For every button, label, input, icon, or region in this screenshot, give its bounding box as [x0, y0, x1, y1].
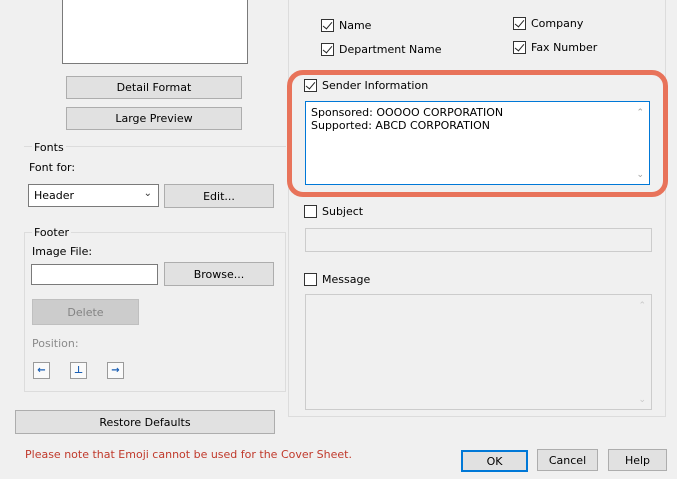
- font-for-label: Font for:: [29, 161, 76, 174]
- large-preview-label: Large Preview: [115, 112, 193, 125]
- fonts-group-label: Fonts: [32, 141, 66, 154]
- font-edit-label: Edit...: [203, 189, 235, 203]
- fax-number-checkbox[interactable]: [513, 41, 526, 54]
- sender-information-checkbox[interactable]: [304, 79, 317, 92]
- sender-information-line-2: Supported: ABCD CORPORATION: [311, 119, 490, 132]
- large-preview-button[interactable]: Large Preview: [66, 107, 242, 130]
- font-for-selected-value: Header: [34, 189, 75, 202]
- restore-defaults-label: Restore Defaults: [99, 415, 191, 429]
- image-file-label: Image File:: [32, 245, 93, 258]
- subject-checkbox[interactable]: [304, 205, 317, 218]
- cancel-label: Cancel: [548, 453, 587, 467]
- name-checkbox[interactable]: [321, 19, 334, 32]
- ok-label: OK: [486, 454, 503, 468]
- cancel-button[interactable]: Cancel: [537, 449, 598, 471]
- department-name-checkbox[interactable]: [321, 43, 334, 56]
- fax-number-label: Fax Number: [531, 41, 598, 54]
- message-label: Message: [322, 273, 371, 286]
- message-textarea[interactable]: ⌃ ⌄: [305, 294, 652, 410]
- arrow-left-icon: ←: [37, 365, 46, 376]
- company-label: Company: [531, 17, 584, 30]
- subject-label: Subject: [322, 205, 364, 218]
- delete-label: Delete: [67, 305, 104, 319]
- font-edit-button[interactable]: Edit...: [164, 184, 274, 208]
- image-file-input[interactable]: [31, 264, 158, 285]
- help-button[interactable]: Help: [608, 449, 667, 471]
- name-label: Name: [339, 19, 372, 32]
- restore-defaults-button[interactable]: Restore Defaults: [15, 410, 275, 434]
- subject-input[interactable]: [305, 228, 652, 252]
- ok-button[interactable]: OK: [461, 450, 528, 472]
- arrow-right-icon: →: [111, 365, 120, 376]
- detail-format-button[interactable]: Detail Format: [66, 76, 242, 99]
- scroll-up-icon: ⌃: [636, 108, 644, 118]
- position-left-button[interactable]: ←: [33, 362, 50, 379]
- detail-format-label: Detail Format: [116, 81, 192, 94]
- emoji-notice: Please note that Emoji cannot be used fo…: [25, 448, 352, 461]
- message-checkbox[interactable]: [304, 273, 317, 286]
- help-label: Help: [624, 453, 651, 467]
- company-checkbox[interactable]: [513, 17, 526, 30]
- sender-information-label: Sender Information: [322, 79, 429, 92]
- sender-information-textarea[interactable]: Sponsored: OOOOO CORPORATION Supported: …: [305, 101, 650, 185]
- scroll-up-icon: ⌃: [638, 301, 646, 311]
- align-center-icon: ⊥: [73, 365, 84, 376]
- position-label: Position:: [32, 337, 79, 350]
- footer-group-label: Footer: [32, 226, 71, 239]
- position-right-button[interactable]: →: [107, 362, 124, 379]
- position-center-button[interactable]: ⊥: [70, 362, 87, 379]
- scroll-down-icon: ⌄: [636, 170, 644, 180]
- browse-label: Browse...: [193, 267, 245, 281]
- sender-information-line-1: Sponsored: OOOOO CORPORATION: [311, 106, 504, 119]
- preview-box: [62, 0, 248, 64]
- font-for-select[interactable]: Header ⌄: [28, 184, 159, 207]
- department-name-label: Department Name: [339, 43, 442, 56]
- delete-button[interactable]: Delete: [32, 299, 139, 325]
- scroll-down-icon: ⌄: [638, 395, 646, 405]
- chevron-down-icon: ⌄: [143, 188, 152, 199]
- browse-button[interactable]: Browse...: [164, 262, 274, 286]
